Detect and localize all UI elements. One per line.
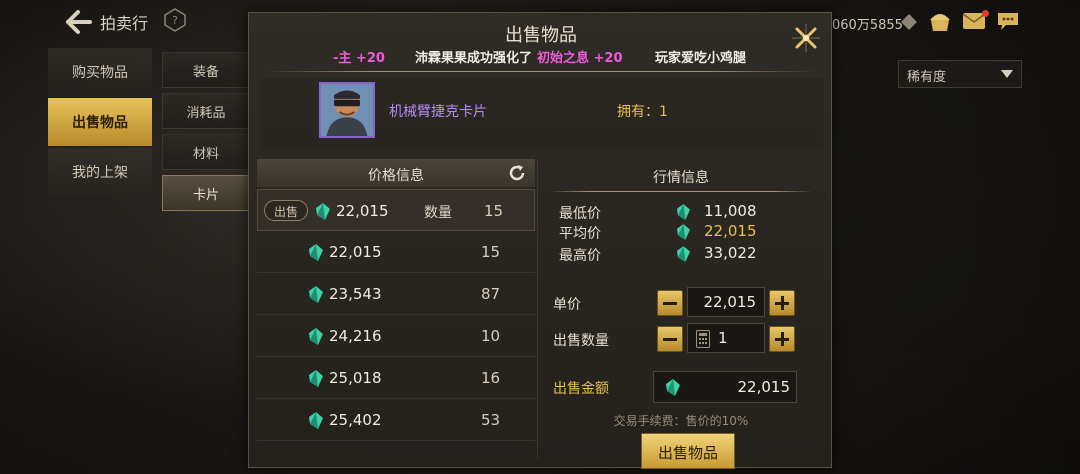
nav-my-listings[interactable]: 我的上架 — [48, 148, 152, 196]
minus-icon — [663, 302, 677, 305]
unit-price-increase-button[interactable] — [769, 290, 795, 316]
row-price: 23,543 — [329, 285, 382, 303]
minus-icon — [663, 338, 677, 341]
primary-nav: 购买物品 出售物品 我的上架 — [48, 48, 152, 198]
plus-icon-v — [781, 332, 784, 346]
unit-price-decrease-button[interactable] — [657, 290, 683, 316]
nav-sell[interactable]: 出售物品 — [48, 98, 152, 146]
broadcast-ticker: -主 +20 沛霖果果成功强化了 初始之息 +20 玩家爱吃小鸡腿 — [263, 46, 819, 68]
tab-consumables[interactable]: 消耗品 — [162, 93, 250, 129]
sell-item-dialog: 出售物品 -主 +20 沛霖果果成功强化了 初始之息 +20 玩家爱吃小鸡腿 机… — [248, 12, 832, 469]
currency-amount: 060万5855 — [832, 18, 903, 33]
max-price-value: 33,022 — [704, 244, 757, 262]
total-amount-box: 22,015 — [653, 371, 797, 403]
sell-tag: 出售 — [264, 200, 308, 221]
row-price: 25,402 — [329, 411, 382, 429]
price-row[interactable]: 23,543 87 — [257, 273, 535, 315]
quantity-decrease-button[interactable] — [657, 326, 683, 352]
unit-price-label: 单价 — [553, 297, 581, 313]
svg-text:?: ? — [172, 14, 178, 27]
gem-icon — [677, 204, 690, 220]
qty-label: 数量 — [424, 205, 452, 221]
gem-icon — [309, 244, 323, 261]
help-icon[interactable]: ? — [164, 8, 186, 32]
secondary-nav: 装备 消耗品 材料 卡片 — [162, 52, 250, 216]
price-row[interactable]: 24,216 10 — [257, 315, 535, 357]
gem-icon — [677, 224, 690, 240]
quantity-value: 1 — [718, 329, 728, 347]
tab-materials[interactable]: 材料 — [162, 134, 250, 170]
row-price: 25,018 — [329, 369, 382, 387]
back-arrow-icon[interactable] — [64, 8, 94, 36]
fee-note: 交易手续费：售价的10% — [613, 414, 749, 428]
quantity-label: 出售数量 — [553, 333, 609, 349]
unit-price-input[interactable]: 22,015 — [687, 287, 765, 317]
owned-count: 拥有：1 — [617, 104, 668, 120]
ticker-part-1: -主 +20 — [333, 51, 385, 66]
ticker-part-4: 玩家爱吃小鸡腿 — [655, 51, 747, 66]
gem-icon — [309, 286, 323, 303]
plus-icon-v — [781, 296, 784, 310]
quantity-increase-button[interactable] — [769, 326, 795, 352]
item-info: 机械臂捷克卡片 拥有：1 — [261, 78, 823, 150]
ticker-part-2: 沛霖果果成功强化了 — [415, 51, 533, 66]
price-info-header: 价格信息 — [257, 159, 535, 187]
total-amount-value: 22,015 — [737, 378, 791, 396]
gem-icon — [666, 379, 680, 396]
chevron-down-icon — [1001, 70, 1013, 78]
price-row[interactable]: 25,402 53 — [257, 399, 535, 441]
price-info-title: 价格信息 — [368, 168, 424, 184]
panel-divider — [537, 159, 538, 459]
row-qty: 87 — [481, 285, 501, 303]
page-title: 拍卖行 — [100, 14, 149, 33]
row-price: 22,015 — [329, 243, 382, 261]
shop-icon[interactable] — [928, 10, 952, 32]
dialog-title: 出售物品 — [505, 25, 577, 46]
tab-equipment[interactable]: 装备 — [162, 52, 250, 88]
row-qty: 15 — [484, 202, 504, 220]
avg-price-value: 22,015 — [704, 222, 757, 240]
min-price-value: 11,008 — [704, 202, 757, 220]
price-row[interactable]: 22,015 15 — [257, 231, 535, 273]
row-price: 24,216 — [329, 327, 382, 345]
sort-dropdown-value: 稀有度 — [907, 70, 947, 85]
ticker-part-3: 初始之息 +20 — [537, 51, 623, 66]
notification-dot — [982, 10, 989, 17]
gem-icon — [309, 370, 323, 387]
divider — [265, 71, 817, 72]
tab-cards[interactable]: 卡片 — [162, 175, 250, 211]
gem-icon — [309, 412, 323, 429]
row-price: 22,015 — [336, 202, 389, 220]
avg-price-label: 平均价 — [559, 226, 601, 242]
gem-icon — [677, 246, 690, 262]
gem-icon — [309, 328, 323, 345]
sell-button[interactable]: 出售物品 — [641, 433, 735, 469]
listing-area — [832, 50, 1022, 350]
row-qty: 15 — [481, 243, 501, 261]
gem-icon — [316, 203, 330, 220]
card-thumbnail — [319, 82, 375, 138]
price-row-selected[interactable]: 出售 22,015 数量 15 — [257, 189, 535, 231]
calculator-icon[interactable] — [696, 330, 710, 348]
divider — [549, 191, 813, 192]
chat-icon[interactable] — [996, 11, 1020, 31]
max-price-label: 最高价 — [559, 248, 601, 264]
min-price-label: 最低价 — [559, 206, 601, 222]
quantity-input[interactable]: 1 — [687, 323, 765, 353]
diamond-icon — [900, 13, 918, 31]
price-info-panel: 价格信息 出售 22,015 数量 15 22,015 15 23,543 87 — [257, 159, 538, 459]
item-name: 机械臂捷克卡片 — [389, 104, 487, 120]
nav-buy[interactable]: 购买物品 — [48, 48, 152, 96]
price-list: 出售 22,015 数量 15 22,015 15 23,543 87 24,2… — [257, 189, 535, 441]
row-qty: 53 — [481, 411, 501, 429]
total-label: 出售金额 — [553, 381, 609, 397]
market-info-title: 行情信息 — [653, 170, 709, 186]
refresh-icon[interactable] — [507, 163, 527, 183]
market-info-panel: 行情信息 最低价 11,008 平均价 22,015 最高价 33,022 单价… — [549, 159, 813, 469]
row-qty: 16 — [481, 369, 501, 387]
row-qty: 10 — [481, 327, 501, 345]
price-row[interactable]: 25,018 16 — [257, 357, 535, 399]
sort-dropdown[interactable]: 稀有度 — [898, 60, 1022, 88]
